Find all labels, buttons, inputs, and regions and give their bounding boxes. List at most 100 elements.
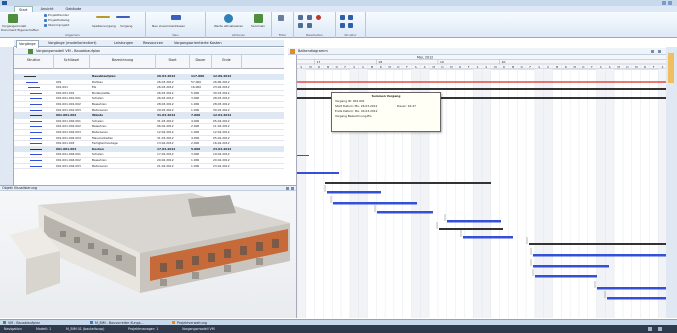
table-row[interactable]: 001.001.004.003 Betonieren 21.04.2012 1.000…	[14, 164, 284, 170]
day-letter: D	[626, 65, 628, 69]
close-icon[interactable]	[291, 187, 294, 190]
grid-header: Struktur Schlüssel Bezeichnung Start Dau…	[14, 55, 284, 69]
cell-ende[interactable]: 23.04.2012	[213, 164, 243, 170]
building-model-viewport[interactable]	[0, 191, 296, 318]
indent-icon[interactable]	[340, 15, 345, 20]
task-bar	[377, 211, 433, 214]
structure-marker	[26, 81, 38, 83]
link-icon[interactable]	[298, 23, 303, 28]
weekend-column	[534, 69, 544, 318]
right-dock-strip	[666, 47, 677, 318]
task-bar	[533, 265, 609, 268]
column-header-dauer[interactable]: Dauer	[190, 55, 212, 69]
status-navigation[interactable]: Navigation	[4, 325, 22, 333]
structure-marker	[30, 137, 42, 139]
weekend-column	[605, 69, 615, 318]
move-down-icon[interactable]	[348, 23, 353, 28]
werte-aktualisieren-icon[interactable]	[224, 14, 233, 23]
tab-vorgaenge[interactable]: Vorgänge	[16, 40, 39, 48]
vorgang-button[interactable]: Vorgang	[120, 24, 132, 28]
column-header-start[interactable]: Start	[156, 55, 190, 69]
spaltenvorgang-icon[interactable]	[96, 16, 110, 18]
weekend-column	[297, 69, 306, 318]
side-panel-tab[interactable]	[668, 53, 674, 83]
task-grid: Bauablaufplan 26.03.2012 117.000 12.09.2012…	[14, 74, 284, 182]
weekend-column	[473, 69, 482, 318]
neu-zusammenfassen-icon[interactable]	[171, 15, 181, 20]
month-label: Mai, 2012	[417, 56, 433, 60]
task-bar	[463, 236, 513, 239]
delete-icon[interactable]	[316, 15, 321, 20]
task-bar	[327, 191, 381, 194]
summary-bar	[297, 88, 667, 90]
column-header-bezeichnung[interactable]: Bezeichnung	[90, 55, 156, 69]
tab-ressourcen[interactable]: Ressourcen	[143, 40, 163, 47]
structure-marker	[30, 126, 42, 128]
stammprojekt-icon	[44, 24, 47, 27]
ribbon-group-label: Allgemein	[65, 33, 80, 37]
day-letter: S	[415, 65, 417, 69]
document-icon	[3, 321, 6, 324]
stammprojekt-button[interactable]: Stammprojekt	[48, 23, 69, 27]
grid-title-bar: Vorgangsmodell VM - Bauabkaufplan	[14, 48, 284, 55]
pin-icon[interactable]	[651, 50, 654, 53]
structure-marker	[30, 165, 42, 167]
ribbon-group-allgemein: Vorgangsmodell Dokument Eigenschaften Pr…	[0, 12, 146, 38]
ribbon-group-label: Aktionen	[231, 33, 246, 37]
outdent-icon[interactable]	[348, 15, 353, 20]
week-label: 20	[502, 60, 506, 64]
gantt-icon	[290, 49, 295, 54]
task-bar	[297, 155, 309, 156]
minimize-icon[interactable]	[662, 1, 666, 5]
day-letter: S	[662, 65, 664, 69]
neu-zusammenfassen-button[interactable]: Neu zusammenfassen	[152, 24, 185, 28]
column-header-schluessel[interactable]: Schlüssel	[54, 55, 90, 69]
day-letter: D	[521, 65, 523, 69]
pin-icon[interactable]	[286, 187, 289, 190]
filter-icon[interactable]	[278, 15, 284, 21]
status-project: Projektmanager: 1	[128, 327, 159, 331]
cell-bez[interactable]: Betonieren	[92, 164, 154, 170]
gantt-title: Balkendiagramm	[298, 49, 328, 53]
task-bar	[535, 275, 597, 278]
tab-vorgaenge-modellorientiert[interactable]: Vorgänge (modellorientiert)	[48, 40, 97, 47]
dokument-eigenschaften-button[interactable]: Dokument Eigenschaften	[1, 28, 39, 32]
tab-leistungen[interactable]: Leistungen	[114, 40, 133, 47]
view-tabs: Vorgänge Vorgänge (modellorientiert) Lei…	[14, 40, 284, 48]
spaltenvorgang-button[interactable]: Spaltenvorgang	[92, 24, 116, 28]
werte-aktualisieren-button[interactable]: Werte aktualisieren	[214, 24, 243, 28]
projektkatalog-icon	[44, 19, 47, 22]
unlink-icon[interactable]	[307, 23, 312, 28]
column-header-ende[interactable]: Ende	[212, 55, 242, 69]
vorgang-icon[interactable]	[116, 16, 130, 18]
vorgangsmodell-icon[interactable]	[8, 14, 18, 23]
projektfenster-button[interactable]: Projektfenster	[48, 13, 69, 17]
gantt-title-bar: Balkendiagramm	[288, 48, 666, 55]
week-label: 18	[378, 60, 382, 64]
day-letter: S	[547, 65, 549, 69]
app-menu-icon[interactable]	[2, 1, 7, 5]
task-bar	[447, 220, 501, 223]
paste-icon[interactable]	[307, 15, 312, 20]
help-icon[interactable]	[668, 1, 672, 5]
weekend-column	[596, 69, 606, 318]
tab-vorgangsorientierte-kosten[interactable]: Vorgangsorientierte Kosten	[174, 40, 222, 47]
cell-schl[interactable]: 001.001.004.003	[56, 164, 90, 170]
day-letter: D	[644, 65, 646, 69]
status-model: Modell: 1	[36, 327, 52, 331]
move-up-icon[interactable]	[340, 23, 345, 28]
task-bar	[529, 243, 667, 245]
cell-start[interactable]: 21.04.2012	[157, 164, 189, 170]
ribbon-group-struktur: Struktur	[336, 12, 366, 38]
task-bar	[439, 228, 503, 230]
projektkatalog-button[interactable]: Projektkatalog	[48, 18, 69, 22]
column-header-struktur[interactable]: Struktur	[14, 55, 54, 69]
sammeln-button[interactable]: Sammeln	[251, 24, 265, 28]
zoom-icon[interactable]	[648, 327, 652, 331]
sammeln-icon[interactable]	[254, 14, 263, 23]
cell-dauer[interactable]: 1.000	[191, 164, 211, 170]
day-letter: D	[336, 65, 338, 69]
copy-icon[interactable]	[298, 15, 303, 20]
settings-icon[interactable]	[658, 327, 662, 331]
close-icon[interactable]	[658, 50, 661, 53]
